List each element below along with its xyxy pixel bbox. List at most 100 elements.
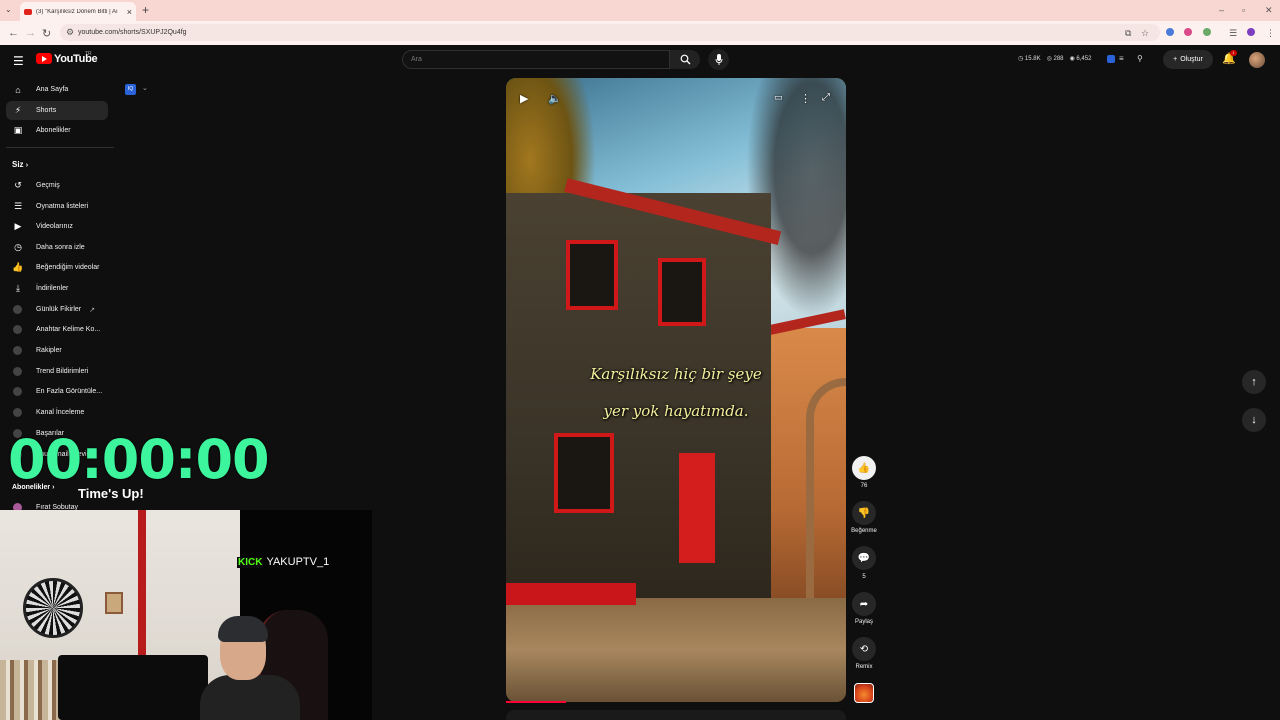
sidebar-item-daily-ideas[interactable]: Günlük Fikirler ↗ [6,300,108,319]
address-bar[interactable]: youtube.com/shorts/SXUPJ2Qu4fg [60,24,1160,41]
volume-icon[interactable]: 🔈 [548,92,562,105]
video-window [658,258,706,326]
video-progress-bar[interactable] [506,701,566,703]
new-tab-button[interactable]: + [142,3,149,17]
profile-icon[interactable] [1247,28,1255,36]
create-button[interactable]: + Oluştur [1163,50,1213,69]
youtube-logo-icon[interactable] [36,53,52,64]
back-icon[interactable]: ← [8,27,19,39]
sidebar-section-you[interactable]: Siz › [12,160,28,169]
like-count: 76 [860,483,868,489]
captions-icon[interactable]: ▭ [774,92,783,103]
remix-label: Remix [855,664,873,670]
arrow-up-icon: ↑ [1251,376,1257,388]
stat-subscribers: ◎ 288 [1046,56,1064,62]
sidebar-item-keyword[interactable]: Anahtar Kelime Ko... [6,320,108,339]
window-close-icon[interactable]: ✕ [1265,5,1273,16]
site-info-icon[interactable]: ⚙ [66,27,74,38]
next-short-button[interactable]: ↓ [1242,408,1266,432]
external-link-icon: ↗ [89,306,95,314]
sidebar-item-label: Günlük Fikirler [36,306,82,313]
search-input[interactable]: Ara [402,50,670,69]
extension-icon[interactable] [1166,28,1174,36]
youtube-favicon-icon [24,8,32,15]
like-button[interactable]: 👍 [852,456,876,480]
share-button[interactable]: ➦ [852,592,876,616]
sidebar-item-label: Abonelikler [36,127,71,134]
caption-line-2: yer yok hayatımda. [603,402,749,420]
extension-icon[interactable] [1203,28,1211,36]
vidiq-tool-icon [13,305,22,314]
sidebar-item-liked-videos[interactable]: 👍 Beğendiğim videolar [6,258,108,277]
sidebar-item-subscriptions[interactable]: ▣ Abonelikler [6,121,108,140]
sidebar-item-label: Ana Sayfa [36,86,69,93]
sidebar-item-label: İndirilenler [36,285,69,292]
your-videos-icon: ▶ [14,221,22,231]
comment-count: 5 [862,574,866,580]
url-text: youtube.com/shorts/SXUPJ2Qu4fg [78,29,187,36]
sidebar-item-watch-later[interactable]: ◷ Daha sonra izle [6,238,108,257]
channel-avatar[interactable] [854,683,874,703]
extension-icon[interactable] [1184,28,1192,36]
streamer-beanie [218,616,268,642]
forward-icon[interactable]: → [25,27,36,39]
list-icon[interactable]: ≡ [1119,54,1124,63]
video-caption: Karşılıksız hiç bir şeye yer yok hayatım… [506,356,846,430]
install-app-icon[interactable]: ⧉ [1125,28,1131,39]
webcam-overlay [0,510,372,720]
channel-stats: ◷ 15.8K ◎ 288 ◉ 6,452 [1018,55,1091,62]
menu-icon[interactable]: ☰ [13,54,24,68]
vidiq-icon[interactable] [1107,55,1115,63]
vidiq-badge[interactable]: IQ [125,84,136,95]
more-options-icon[interactable]: ⋮ [800,92,811,105]
reload-icon[interactable]: ↻ [42,27,51,40]
fullscreen-icon[interactable]: ⤢ [822,92,830,103]
thumbs-up-icon: 👍 [857,462,871,474]
browser-menu-icon[interactable]: ⋮ [1266,28,1275,39]
sidebar-item-label: Daha sonra izle [36,244,85,251]
next-short-preview[interactable] [506,710,846,720]
chevron-right-icon: › [25,162,29,169]
video-planters [506,583,636,605]
sidebar-item-home[interactable]: ⌂ Ana Sayfa [6,80,108,99]
voice-search-button[interactable] [708,49,729,70]
sidebar-item-label: En Fazla Görüntüle... [36,388,103,395]
sidebar-item-your-videos[interactable]: ▶ Videolarınız [6,217,108,236]
sidebar-item-most-viewed[interactable]: En Fazla Görüntüle... [6,382,108,401]
home-icon: ⌂ [15,84,21,95]
minimize-icon[interactable]: – [1219,5,1224,15]
sidebar-item-history[interactable]: ↺ Geçmiş [6,176,108,195]
remix-button[interactable]: ⟲ [852,637,876,661]
award-icon[interactable]: ⚲ [1137,54,1143,63]
sidebar-item-shorts[interactable]: ⚡ Shorts [6,101,108,120]
comments-button[interactable]: 💬 [852,546,876,570]
tab-search-icon[interactable]: ⌄ [5,5,12,14]
previous-short-button[interactable]: ↑ [1242,370,1266,394]
shorts-video-player[interactable]: Karşılıksız hiç bir şeye yer yok hayatım… [506,78,846,702]
vidiq-tool-icon [13,346,22,355]
sidebar-item-label: Shorts [36,107,57,114]
vidiq-tool-icon [13,325,22,334]
dislike-button[interactable]: 👎 [852,501,876,525]
play-icon[interactable]: ▶ [520,92,528,105]
thumbs-down-icon: 👎 [857,507,871,519]
browser-tab-active[interactable]: (3) "Karşılıksız Dönem Bitti | Aı × [20,2,136,21]
streamer-body [200,675,300,720]
sidebar-item-competitors[interactable]: Rakipler [6,341,108,360]
tab-close-icon[interactable]: × [127,7,132,17]
sidebar-item-channel-review[interactable]: Kanal İnceleme [6,403,108,422]
search-button[interactable] [670,50,700,69]
sidebar-item-downloads[interactable]: ⤓ İndirilenler [6,279,108,298]
playlists-icon: ☰ [13,201,23,211]
extensions-menu-icon[interactable]: ☰ [1229,28,1237,39]
kick-username: YAKUPTV_1 [266,556,330,568]
account-avatar[interactable] [1249,52,1265,68]
search-placeholder: Ara [411,56,422,63]
sidebar-item-trend-alerts[interactable]: Trend Bildirimleri [6,362,108,381]
sidebar-item-playlists[interactable]: ☰ Oynatma listeleri [6,197,108,216]
bookmark-star-icon[interactable]: ☆ [1141,28,1149,39]
maximize-icon[interactable]: ▫ [1242,5,1245,15]
sidebar-item-label: Beğendiğim videolar [36,264,100,271]
shorts-icon: ⚡ [14,105,22,115]
chevron-down-icon[interactable]: ⌄ [142,84,148,92]
